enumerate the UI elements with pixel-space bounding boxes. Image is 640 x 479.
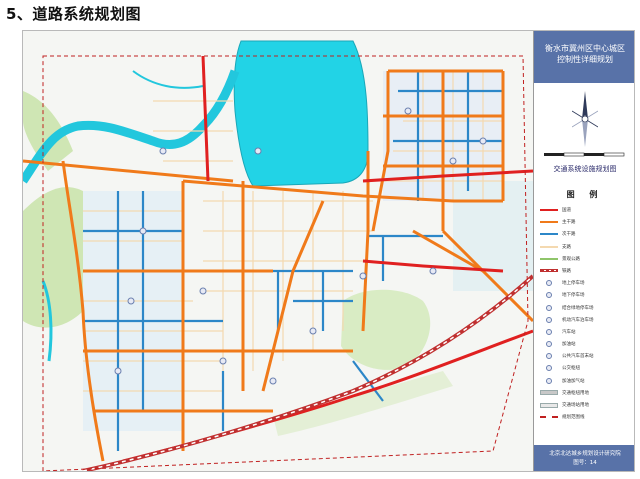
legend-item-label: 加油加气站 [562,378,585,384]
legend-item: 次干路 [539,229,634,239]
legend-symbol-icon [539,279,559,287]
legend-symbol-icon [539,316,559,324]
plan-title-line2: 控制性详细规划 [557,55,613,64]
legend-item-label: 加油站 [562,342,576,348]
legend-item-label: 次干路 [562,232,576,238]
legend-symbol-icon [539,352,559,360]
legend-symbol-icon [539,206,559,214]
legend-item-label: 铁路 [562,268,571,274]
legend-item: 交通场站用地 [539,400,634,410]
lake [233,40,369,187]
sheet-number: 图号：14 [573,460,597,466]
legend-symbol-icon [539,267,559,275]
legend-symbol-icon [539,218,559,226]
legend-item-label: 公交枢纽 [562,366,580,372]
road-system-map[interactable] [23,31,533,472]
legend-symbol-icon [539,377,559,385]
legend-item-label: 结合绿地停车场 [562,305,594,311]
plan-subtitle: 交通系统设施规划图 [553,165,617,173]
legend-item: 加油站 [539,339,634,349]
legend-item-label: 交通枢纽用地 [562,390,589,396]
legend-item-label: 支路 [562,244,571,250]
legend-item: 公共汽车首末站 [539,351,634,361]
legend-item: 地上停车场 [539,278,634,288]
legend-item-label: 国道 [562,208,571,213]
legend-item: 景观公路 [539,254,634,264]
legend-item: 加油加气站 [539,376,634,386]
legend-item-label: 公共汽车首末站 [562,354,594,360]
legend-symbol-icon [539,304,559,312]
legend-symbol-icon [539,291,559,299]
legend-item: 国道 [539,205,634,215]
institute-name: 北京北达城乡规划设计研究院 [549,451,621,457]
legend-symbol-icon [539,255,559,263]
legend-symbol-icon [539,243,559,251]
legend-symbol-icon [539,340,559,348]
legend-item-label: 地下停车场 [562,293,585,299]
legend-item-label: 交通场站用地 [562,403,589,408]
legend-item-label: 机动汽车泊车场 [562,317,594,323]
document-heading: 5、道路系统规划图 [6,5,141,23]
legend-symbol-icon [539,328,559,336]
legend-item: 规划范围线 [539,412,634,422]
legend-title: 图 例 [566,190,604,199]
legend-symbol-icon [539,389,559,397]
legend-item-label: 规划范围线 [562,415,585,421]
legend-item-label: 景观公路 [562,256,580,262]
legend-symbol-icon [539,364,559,372]
legend-item: 地下停车场 [539,290,634,300]
legend-item: 结合绿地停车场 [539,303,634,313]
legend-symbol-icon [539,230,559,238]
legend-panel: 衡水市冀州区中心城区 控制性详细规划 交通系统设施规划图 图 例 国道主干路次干… [533,31,634,471]
legend-item: 机动汽车泊车场 [539,315,634,325]
footer-block: 北京北达城乡规划设计研究院 图号：14 [534,445,634,471]
legend-item: 铁路 [539,266,634,276]
plan-sheet: 衡水市冀州区中心城区 控制性详细规划 交通系统设施规划图 图 例 国道主干路次干… [22,30,635,472]
scale-bar [544,152,625,157]
legend-list: 国道主干路次干路支路景观公路铁路地上停车场地下停车场结合绿地停车场 机动汽车泊车场… [539,205,634,424]
legend-item: 支路 [539,242,634,252]
legend-item: 汽车站 [539,327,634,337]
legend-item-label: 汽车站 [562,329,576,335]
legend-item: 公交枢纽 [539,363,634,373]
north-arrow-icon [572,91,598,147]
title-block: 衡水市冀州区中心城区 控制性详细规划 [534,31,634,83]
legend-symbol-icon [539,413,559,421]
plan-title-line1: 衡水市冀州区中心城区 [545,44,625,53]
legend-symbol-icon [539,401,559,409]
legend-item: 交通枢纽用地 [539,388,634,398]
legend-item: 主干路 [539,217,634,227]
legend-item-label: 主干路 [562,220,576,226]
legend-item-label: 地上停车场 [562,281,585,287]
